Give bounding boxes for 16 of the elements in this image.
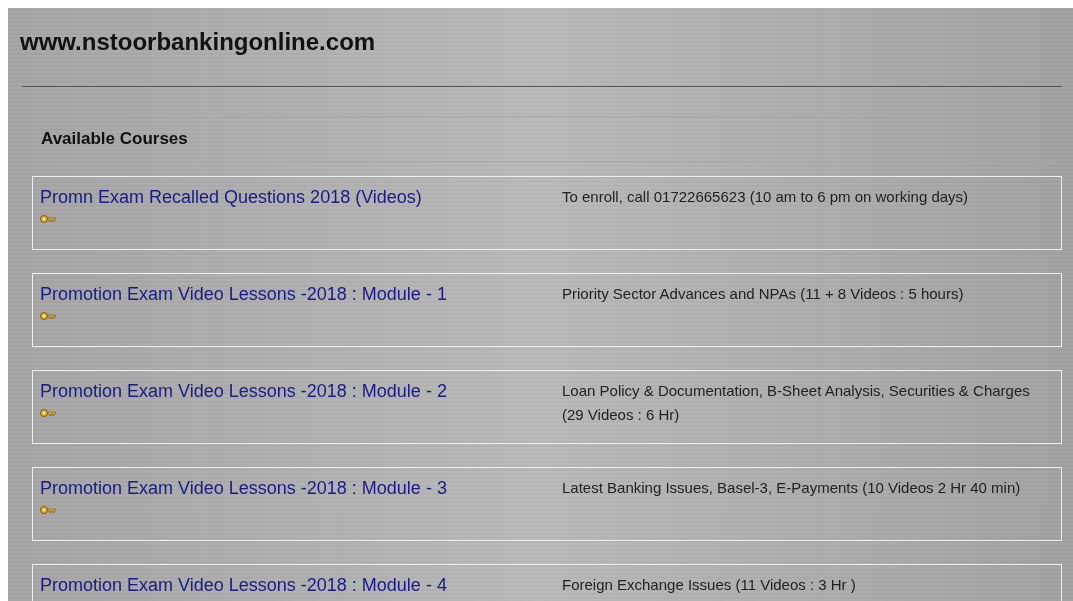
site-title: www.nstoorbankingonline.com (20, 27, 377, 57)
course-link[interactable]: Promotion Exam Video Lessons -2018 : Module - 2 (40, 381, 447, 402)
course-description: To enroll, call 01722665623 (10 am to 6 pm on working days) (562, 187, 969, 207)
course-description: Priority Sector Advances and NPAs (11 + 8 Videos : 5 hours) (562, 284, 964, 304)
section-heading: Available Courses (41, 129, 188, 149)
key-icon (40, 505, 56, 515)
key-icon (40, 311, 56, 321)
key-icon (40, 408, 56, 418)
course-link[interactable]: Promotion Exam Video Lessons -2018 : Module - 4 (40, 575, 447, 596)
course-link[interactable]: Promn Exam Recalled Questions 2018 (Videos) (40, 187, 422, 208)
course-description: Foreign Exchange Issues (11 Videos : 3 Hr ) (562, 575, 856, 595)
course-description: Latest Banking Issues, Basel-3, E-Payments (10 Videos 2 Hr 40 min) (562, 478, 1021, 498)
course-description: Loan Policy & Documentation, B-Sheet Analysis, Securities & Charges (29 Videos : 6 Hr) (562, 381, 1031, 425)
course-link[interactable]: Promotion Exam Video Lessons -2018 : Module - 1 (40, 284, 447, 305)
key-icon (40, 214, 56, 224)
course-link[interactable]: Promotion Exam Video Lessons -2018 : Module - 3 (40, 478, 447, 499)
